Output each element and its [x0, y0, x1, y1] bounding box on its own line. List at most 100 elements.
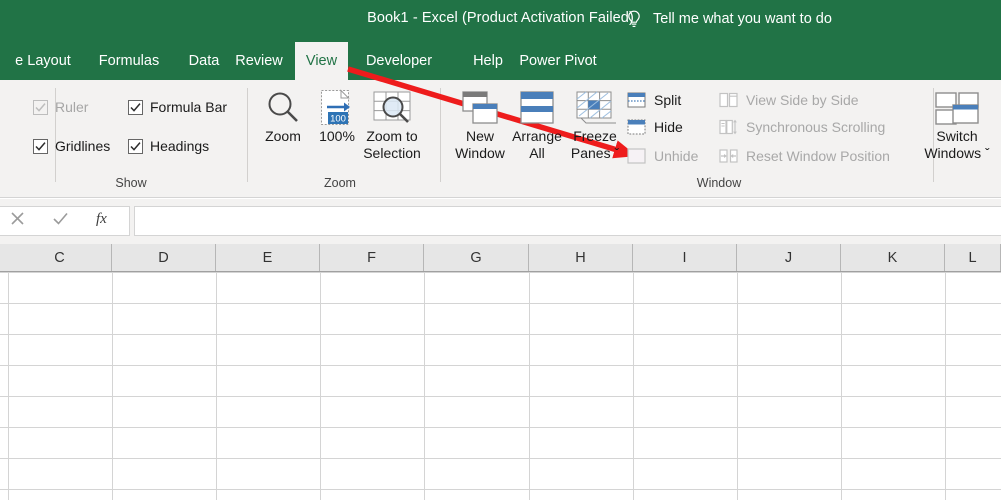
checkbox-formula-bar[interactable]: Formula Bar: [128, 99, 227, 115]
grid-vline: [945, 272, 946, 500]
checkbox-headings[interactable]: Headings: [128, 138, 209, 154]
column-headers: CDEFGHIJKL: [0, 244, 1001, 272]
button-synchronous-scrolling: Synchronous Scrolling: [719, 114, 885, 140]
checkbox-label: Formula Bar: [150, 99, 228, 115]
column-header-G[interactable]: G: [424, 244, 529, 271]
button-new-window-label: New Window: [455, 128, 505, 161]
grid-vline: [841, 272, 842, 500]
button-reset-window-position: Reset Window Position: [719, 143, 890, 169]
button-switch-windows-label: Switch Windows ˇ: [924, 128, 990, 161]
new-window-icon: [459, 86, 501, 128]
grid-vline: [112, 272, 113, 500]
grid-vline: [216, 272, 217, 500]
formula-input[interactable]: [134, 206, 1001, 236]
column-header-C[interactable]: C: [8, 244, 112, 271]
tab-developer[interactable]: Developer: [349, 42, 449, 80]
grid-hline: [0, 365, 1001, 366]
ribbon-group-label: Window: [696, 176, 742, 190]
checkbox-label: Ruler: [55, 99, 89, 115]
button-unhide: Unhide: [627, 143, 698, 169]
button-freeze-panes[interactable]: Freeze Panes ˇ: [558, 86, 632, 162]
checkbox-label: Headings: [150, 138, 210, 154]
button-unhide-label: Unhide: [654, 148, 699, 164]
zoom-selection-icon: [370, 86, 414, 128]
grid-vline: [424, 272, 425, 500]
synchronous-scrolling-icon: [719, 119, 738, 136]
tab-power-pivot-label: Power Pivot: [519, 53, 597, 69]
tab-view-label: View: [305, 53, 338, 69]
tab-formulas-label: Formulas: [98, 53, 160, 69]
grid-hline: [0, 396, 1001, 397]
switch-windows-icon: [933, 86, 981, 128]
grid-hline: [0, 272, 1001, 273]
page-100-percent-icon: 100: [318, 86, 356, 128]
grid-vline-left: [8, 272, 9, 500]
button-zoom-label: Zoom: [265, 128, 301, 144]
grid-hline: [0, 334, 1001, 335]
button-hide[interactable]: Hide: [627, 114, 683, 140]
button-freeze-panes-label: Freeze Panes ˇ: [570, 128, 620, 161]
tab-data-label: Data: [188, 53, 220, 69]
button-hide-label: Hide: [654, 119, 683, 135]
button-view-side-by-side: View Side by Side: [719, 87, 859, 113]
checkbox-label: Gridlines: [55, 138, 111, 154]
checkbox-ruler: Ruler: [33, 99, 88, 115]
column-header-J[interactable]: J: [737, 244, 841, 271]
grid-vline: [320, 272, 321, 500]
lightbulb-icon: [625, 9, 643, 29]
column-header-D[interactable]: D: [112, 244, 216, 271]
grid-lines: [0, 272, 1001, 500]
svg-text:fx: fx: [96, 211, 107, 227]
split-icon: [627, 92, 646, 109]
view-side-by-side-icon: [719, 92, 738, 109]
checkbox-box[interactable]: [33, 138, 48, 154]
enter-check-icon[interactable]: [51, 210, 70, 232]
button-zoom-to-selection-label: Zoom to Selection: [363, 128, 421, 161]
formula-bar-buttons: fx: [0, 206, 130, 236]
tell-me-search[interactable]: Tell me what you want to do: [625, 0, 832, 38]
checkbox-box[interactable]: [128, 99, 143, 115]
checkbox-gridlines[interactable]: Gridlines: [33, 138, 110, 154]
button-reset-window-position-label: Reset Window Position: [746, 148, 890, 164]
column-header-L[interactable]: L: [945, 244, 1001, 271]
button-arrange-all-label: Arrange All: [512, 128, 562, 161]
formula-bar-row: fx: [0, 199, 1001, 244]
arrange-all-icon: [516, 86, 558, 128]
worksheet-grid[interactable]: CDEFGHIJKL: [0, 244, 1001, 500]
tab-power-pivot[interactable]: Power Pivot: [508, 42, 608, 80]
button-switch-windows[interactable]: Switch Windows ˇ: [920, 86, 994, 162]
button-zoom-to-selection[interactable]: Zoom to Selection: [355, 86, 429, 162]
tab-page-layout-label: e Layout: [15, 53, 71, 69]
ribbon-group-label: Zoom: [324, 176, 356, 190]
column-header-H[interactable]: H: [529, 244, 633, 271]
button-split-label: Split: [654, 92, 682, 108]
column-header-F[interactable]: F: [320, 244, 424, 271]
tab-review[interactable]: Review: [222, 42, 296, 80]
group-separator-2: [440, 88, 441, 182]
unhide-icon: [627, 147, 646, 165]
grid-hline: [0, 303, 1001, 304]
tab-page-layout[interactable]: e Layout: [0, 42, 86, 80]
magnifier-icon: [263, 86, 303, 128]
grid-hline: [0, 427, 1001, 428]
column-header-E[interactable]: E: [216, 244, 320, 271]
tab-formulas[interactable]: Formulas: [86, 42, 172, 80]
button-view-side-by-side-label: View Side by Side: [746, 92, 859, 108]
tell-me-label: Tell me what you want to do: [653, 11, 832, 27]
ribbon-group-label: Show: [115, 176, 147, 190]
window-title: Book1 - Excel (Product Activation Failed…: [367, 10, 634, 26]
hide-icon: [627, 119, 646, 136]
grid-hline: [0, 489, 1001, 490]
button-split[interactable]: Split: [627, 87, 681, 113]
checkbox-box[interactable]: [128, 138, 143, 154]
column-header-K[interactable]: K: [841, 244, 945, 271]
insert-function-fx-icon[interactable]: fx: [95, 209, 117, 233]
tab-review-label: Review: [235, 53, 283, 69]
ribbon-tab-strip: e Layout Formulas Data Review View Developer H…: [0, 42, 1001, 80]
cancel-x-icon[interactable]: [9, 210, 26, 232]
checkbox-box: [33, 99, 48, 115]
grid-vline: [633, 272, 634, 500]
tab-view[interactable]: View: [295, 42, 348, 80]
button-zoom-100-label: 100%: [319, 128, 355, 144]
column-header-I[interactable]: I: [633, 244, 737, 271]
